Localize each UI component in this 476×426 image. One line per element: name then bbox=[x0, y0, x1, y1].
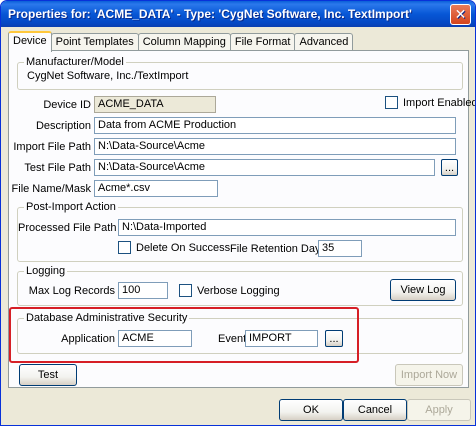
processed-file-path-label: Processed File Path bbox=[18, 222, 117, 234]
max-log-records-field[interactable]: 100 bbox=[118, 282, 168, 299]
tab-file-format[interactable]: File Format bbox=[229, 33, 296, 51]
window-title: Properties for: 'ACME_DATA' - Type: 'Cyg… bbox=[8, 7, 412, 21]
apply-button[interactable]: Apply bbox=[407, 399, 471, 421]
delete-on-success-checkbox[interactable] bbox=[118, 241, 131, 254]
delete-on-success-label: Delete On Success bbox=[136, 242, 231, 254]
processed-file-path-field[interactable]: N:\Data-Imported bbox=[118, 219, 456, 236]
tab-advanced[interactable]: Advanced bbox=[294, 33, 354, 51]
import-enabled-label: Import Enabled bbox=[403, 97, 476, 109]
manufacturer-model-value: CygNet Software, Inc./TextImport bbox=[27, 70, 189, 82]
security-highlight-box bbox=[9, 307, 359, 363]
description-field[interactable]: Data from ACME Production bbox=[94, 117, 456, 134]
test-file-path-label: Test File Path bbox=[24, 162, 91, 174]
device-id-field: ACME_DATA bbox=[94, 96, 216, 113]
manufacturer-group: Manufacturer/Model CygNet Software, Inc.… bbox=[17, 56, 463, 90]
ok-button[interactable]: OK bbox=[279, 399, 343, 421]
cancel-button[interactable]: Cancel bbox=[343, 399, 407, 421]
file-retention-days-field[interactable]: 35 bbox=[318, 240, 362, 257]
description-label: Description bbox=[35, 120, 91, 132]
manufacturer-group-title: Manufacturer/Model bbox=[24, 56, 126, 68]
properties-dialog: Properties for: 'ACME_DATA' - Type: 'Cyg… bbox=[0, 0, 476, 426]
view-log-button[interactable]: View Log bbox=[390, 279, 456, 301]
verbose-logging-label: Verbose Logging bbox=[197, 285, 280, 297]
file-name-mask-field[interactable]: Acme*.csv bbox=[94, 180, 218, 197]
file-name-mask-label: File Name/Mask bbox=[11, 183, 91, 195]
test-file-path-field[interactable]: N:\Data-Source\Acme bbox=[94, 159, 435, 176]
tab-point-templates[interactable]: Point Templates bbox=[50, 33, 139, 51]
import-file-path-field[interactable]: N:\Data-Source\Acme bbox=[94, 138, 456, 155]
file-retention-days-label: File Retention Days bbox=[230, 243, 326, 255]
title-bar[interactable]: Properties for: 'ACME_DATA' - Type: 'Cyg… bbox=[1, 1, 475, 27]
post-import-group-title: Post-Import Action bbox=[24, 201, 118, 213]
device-id-label: Device ID bbox=[43, 99, 91, 111]
max-log-records-label: Max Log Records bbox=[28, 285, 115, 297]
close-icon: ✕ bbox=[454, 6, 467, 23]
import-enabled-checkbox[interactable] bbox=[385, 96, 398, 109]
import-now-button[interactable]: Import Now bbox=[395, 364, 463, 386]
logging-group: Logging Max Log Records 100 Verbose Logg… bbox=[17, 265, 463, 306]
logging-group-title: Logging bbox=[24, 265, 68, 277]
tab-device[interactable]: Device bbox=[8, 31, 52, 52]
tab-strip: Device Point Templates Column Mapping Fi… bbox=[8, 31, 354, 52]
post-import-group: Post-Import Action Processed File Path N… bbox=[17, 201, 463, 262]
close-button[interactable]: ✕ bbox=[450, 4, 471, 25]
test-button[interactable]: Test bbox=[19, 364, 77, 386]
test-file-path-browse-button[interactable]: ... bbox=[441, 159, 458, 176]
verbose-logging-checkbox[interactable] bbox=[179, 284, 192, 297]
import-file-path-label: Import File Path bbox=[13, 141, 91, 153]
tab-column-mapping[interactable]: Column Mapping bbox=[137, 33, 231, 51]
